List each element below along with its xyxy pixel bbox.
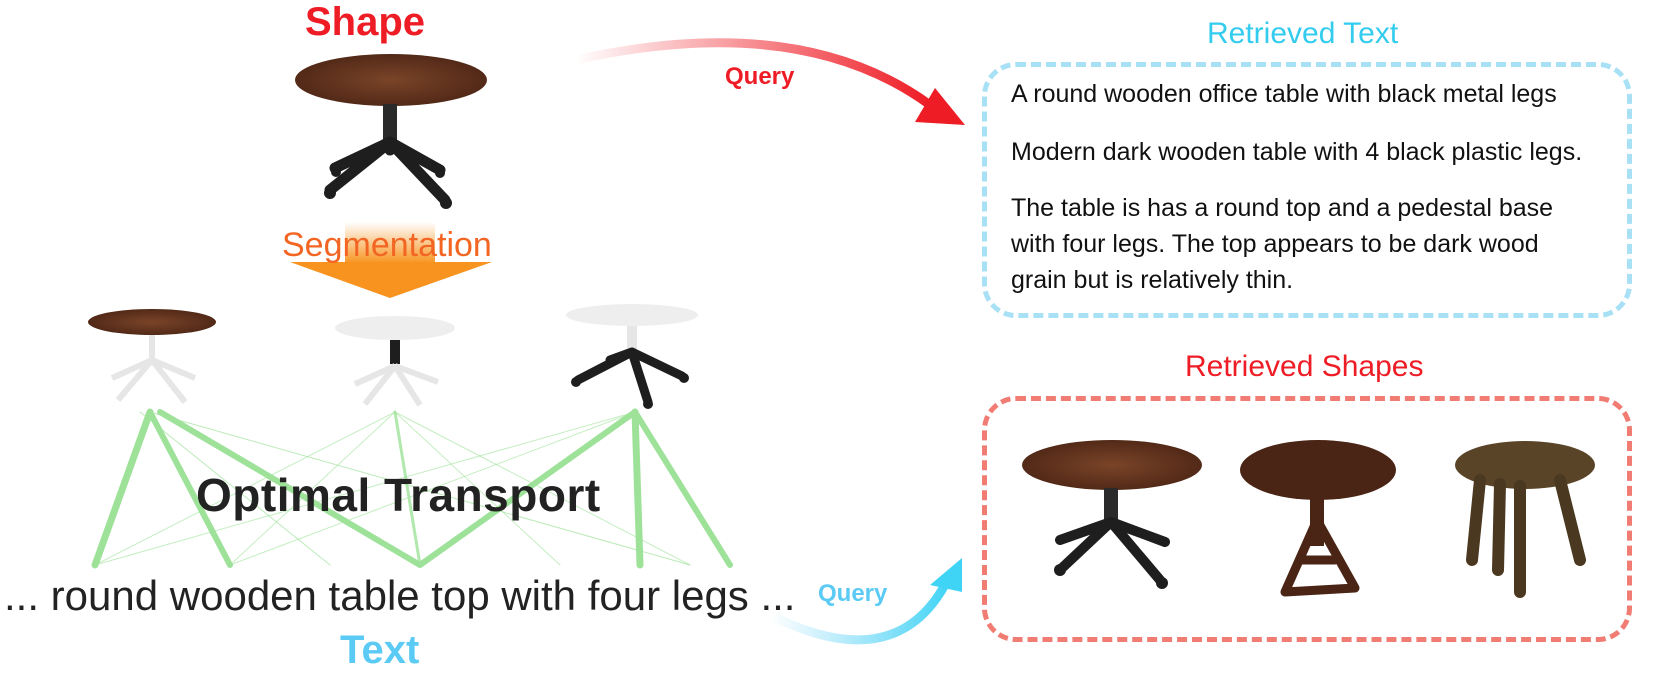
query-label-text: Query (818, 580, 888, 607)
segmentation-label: Segmentation (282, 226, 492, 264)
query-label-shape: Query (725, 63, 795, 90)
retrieved-shapes-title: Retrieved Shapes (1185, 350, 1424, 383)
part-pedestal (335, 316, 455, 407)
shape-title: Shape (305, 0, 426, 44)
query-arrowhead-top (915, 88, 965, 125)
retrieved-text-item: A round wooden office table with black m… (1011, 80, 1557, 108)
retrieved-text-title: Retrieved Text (1207, 17, 1399, 50)
part-legs (566, 304, 698, 409)
text-title: Text (340, 628, 420, 672)
query-arrowhead-bottom (930, 558, 962, 592)
query-table-shape (295, 54, 487, 209)
retrieved-text-item: grain but is relatively thin. (1011, 266, 1294, 294)
optimal-transport-label: Optimal Transport (196, 469, 601, 521)
text-query-sentence: ... round wooden table top with four leg… (4, 572, 796, 619)
retrieved-text-item: with four legs. The top appears to be da… (1011, 230, 1539, 258)
retrieved-text-item: The table is has a round top and a pedes… (1011, 194, 1554, 222)
retrieved-shapes-box (982, 396, 1632, 642)
retrieved-text-item: Modern dark wooden table with 4 black pl… (1011, 138, 1583, 166)
part-table-top (88, 309, 216, 404)
